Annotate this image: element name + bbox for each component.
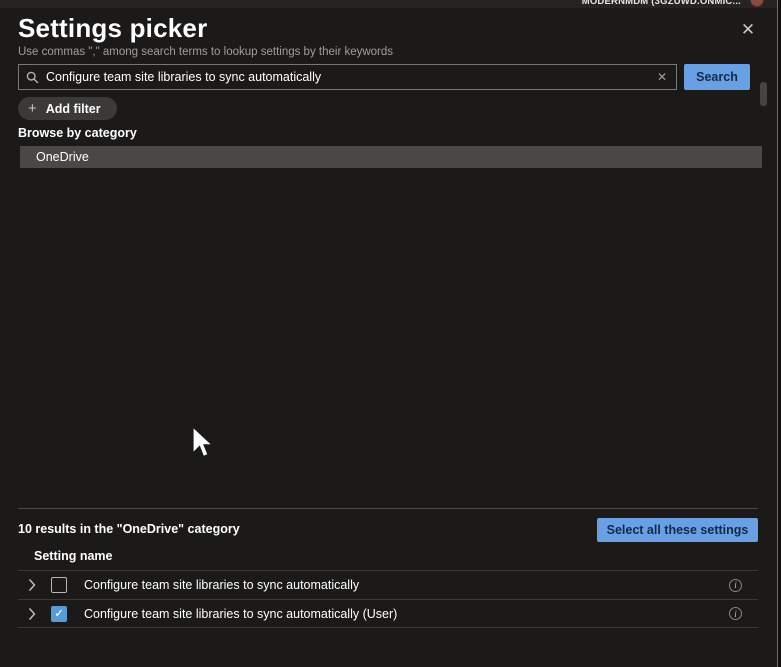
setting-name-column-header: Setting name: [34, 549, 113, 563]
page-title: Settings picker: [18, 13, 207, 44]
results-divider: [18, 508, 758, 509]
search-input[interactable]: [46, 70, 655, 84]
row-checkbox-checked[interactable]: ✓: [51, 606, 67, 622]
search-icon: [26, 71, 39, 84]
results-summary: 10 results in the "OneDrive" category: [18, 522, 240, 536]
browse-by-category-heading: Browse by category: [18, 126, 137, 140]
select-all-button[interactable]: Select all these settings: [597, 518, 758, 542]
chevron-right-icon[interactable]: [28, 607, 36, 621]
add-filter-label: Add filter: [46, 102, 101, 116]
setting-name-label: Configure team site libraries to sync au…: [84, 607, 729, 621]
portal-topbar: MODERNMDM (3GZUWD.ONMIC...: [0, 0, 781, 8]
mouse-cursor: [191, 425, 217, 463]
search-button[interactable]: Search: [684, 64, 750, 90]
clear-search-icon[interactable]: ✕: [655, 70, 669, 84]
search-box[interactable]: ✕: [18, 64, 677, 90]
chevron-right-icon[interactable]: [28, 578, 36, 592]
settings-picker-panel: MODERNMDM (3GZUWD.ONMIC... Settings pick…: [0, 0, 781, 667]
setting-name-label: Configure team site libraries to sync au…: [84, 578, 729, 592]
plus-icon: +: [28, 100, 37, 117]
info-icon[interactable]: i: [729, 579, 742, 592]
account-label: MODERNMDM (3GZUWD.ONMIC...: [582, 0, 741, 7]
row-checkbox-unchecked[interactable]: [51, 577, 67, 593]
table-row[interactable]: Configure team site libraries to sync au…: [18, 570, 758, 599]
scrollbar-thumb[interactable]: [760, 82, 767, 106]
info-icon[interactable]: i: [729, 607, 742, 620]
account-avatar[interactable]: [750, 0, 764, 7]
page-subtitle: Use commas "," among search terms to loo…: [18, 46, 393, 58]
add-filter-button[interactable]: + Add filter: [18, 97, 117, 120]
table-row[interactable]: ✓ Configure team site libraries to sync …: [18, 599, 758, 628]
close-icon[interactable]: ✕: [737, 19, 759, 41]
results-table: Configure team site libraries to sync au…: [18, 570, 758, 628]
category-item-onedrive[interactable]: OneDrive: [20, 146, 762, 168]
